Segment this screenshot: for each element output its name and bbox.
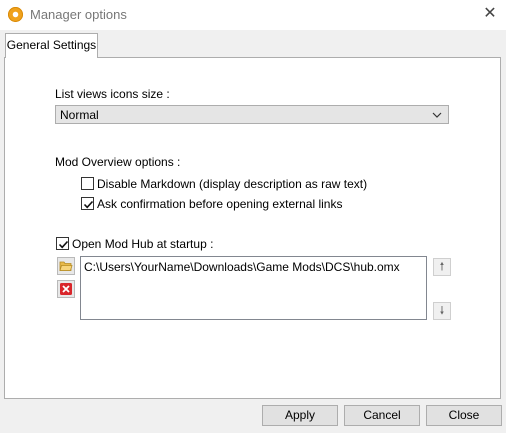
close-button[interactable]: Close: [426, 405, 502, 426]
folder-open-icon: [59, 261, 73, 271]
ask-confirmation-checkbox[interactable]: [81, 197, 94, 210]
hub-paths-list[interactable]: C:\Users\YourName\Downloads\Game Mods\DC…: [80, 256, 427, 320]
checkmark-icon: [83, 200, 94, 209]
close-window-button[interactable]: ✕: [480, 4, 500, 24]
list-item[interactable]: C:\Users\YourName\Downloads\Game Mods\DC…: [84, 260, 400, 274]
remove-hub-button[interactable]: [57, 280, 75, 298]
general-settings-panel: List views icons size : Normal Mod Overv…: [4, 57, 501, 399]
open-mod-hub-label: Open Mod Hub at startup :: [72, 237, 214, 251]
gear-icon: [8, 7, 23, 22]
icon-size-label: List views icons size :: [55, 87, 170, 101]
delete-icon: [60, 283, 72, 295]
chevron-down-icon: [432, 109, 442, 119]
tab-general-settings[interactable]: General Settings: [5, 33, 98, 58]
icon-size-select[interactable]: Normal: [55, 105, 449, 124]
open-mod-hub-checkbox[interactable]: [56, 237, 69, 250]
checkmark-icon: [58, 240, 69, 249]
disable-markdown-checkbox[interactable]: [81, 177, 94, 190]
arrow-up-icon[interactable]: 🠕: [433, 258, 451, 276]
cancel-button[interactable]: Cancel: [344, 405, 420, 426]
arrow-down-icon[interactable]: 🠗: [433, 302, 451, 320]
mod-overview-label: Mod Overview options :: [55, 155, 181, 169]
ask-confirmation-label: Ask confirmation before opening external…: [97, 197, 343, 211]
apply-button[interactable]: Apply: [262, 405, 338, 426]
disable-markdown-label: Disable Markdown (display description as…: [97, 177, 368, 191]
add-hub-button[interactable]: [57, 257, 75, 275]
window-title: Manager options: [30, 7, 127, 22]
icon-size-value: Normal: [60, 108, 99, 122]
title-bar: Manager options ✕: [0, 0, 506, 30]
